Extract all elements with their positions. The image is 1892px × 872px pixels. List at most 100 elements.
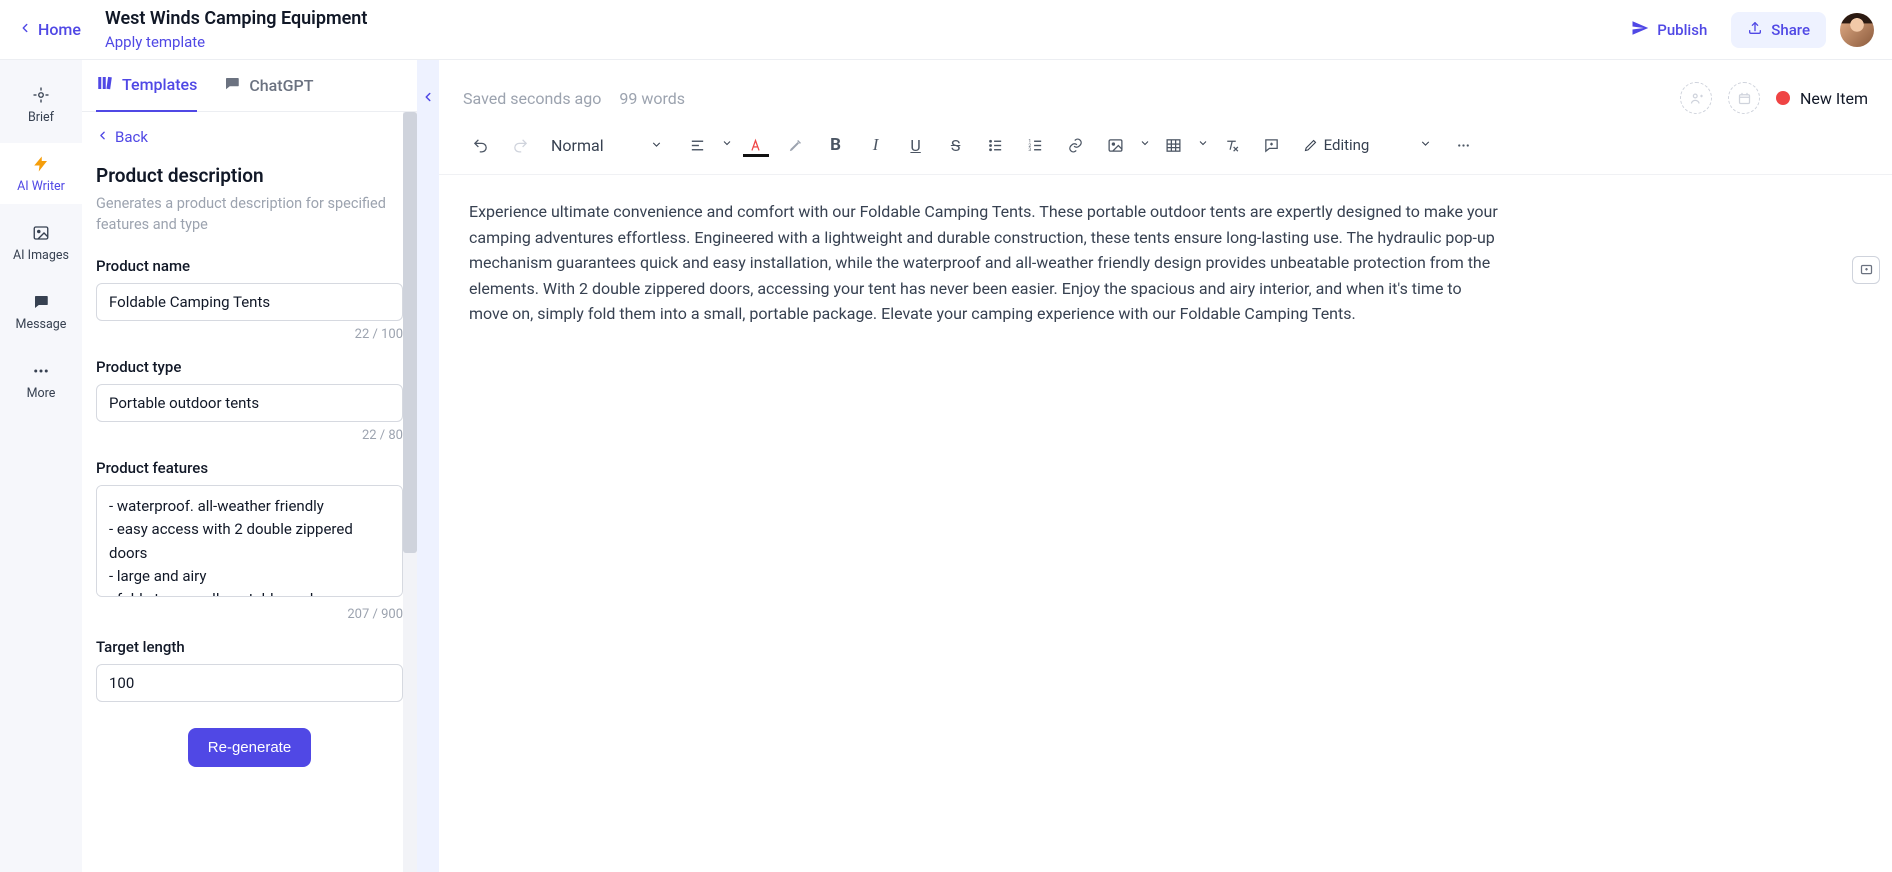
chevron-down-icon bbox=[1197, 137, 1209, 153]
templates-icon bbox=[96, 74, 114, 96]
mode-label: Editing bbox=[1324, 136, 1370, 154]
product-features-input[interactable] bbox=[96, 485, 403, 597]
chevron-down-icon bbox=[1419, 136, 1432, 154]
collapse-sidebar-button[interactable] bbox=[417, 60, 439, 872]
back-label: Back bbox=[115, 128, 148, 146]
clear-formatting-button[interactable] bbox=[1215, 128, 1249, 162]
nav-ai-images[interactable]: AI Images bbox=[0, 212, 82, 273]
chevron-left-icon bbox=[421, 90, 435, 108]
target-icon bbox=[30, 84, 52, 106]
nav-more[interactable]: More bbox=[0, 350, 82, 411]
italic-button[interactable]: I bbox=[859, 128, 893, 162]
status-dot-icon bbox=[1776, 91, 1790, 105]
send-icon bbox=[1631, 19, 1649, 41]
more-icon bbox=[30, 360, 52, 382]
calendar-button[interactable] bbox=[1728, 82, 1760, 114]
nav-label: AI Images bbox=[13, 248, 69, 263]
nav-message[interactable]: Message bbox=[0, 281, 82, 342]
tab-label: Templates bbox=[122, 75, 197, 94]
text-color-button[interactable] bbox=[739, 128, 773, 162]
sidebar-tabs: Templates ChatGPT bbox=[82, 60, 417, 112]
image-icon bbox=[30, 222, 52, 244]
chat-icon bbox=[30, 291, 52, 313]
table-icon bbox=[1157, 128, 1191, 162]
chevron-down-icon bbox=[721, 137, 733, 153]
upload-icon bbox=[1747, 20, 1763, 40]
nav-label: Brief bbox=[28, 110, 54, 125]
sidebar: Templates ChatGPT Back Product descripti… bbox=[82, 60, 417, 872]
comment-button[interactable] bbox=[1255, 128, 1289, 162]
home-link[interactable]: Home bbox=[18, 20, 81, 39]
panel-title: Product description bbox=[96, 164, 403, 187]
add-collaborator-button[interactable] bbox=[1680, 82, 1712, 114]
saved-status: Saved seconds ago bbox=[463, 89, 601, 108]
link-button[interactable] bbox=[1059, 128, 1093, 162]
align-left-icon bbox=[681, 128, 715, 162]
chat-icon bbox=[223, 75, 241, 97]
label-product-name: Product name bbox=[96, 257, 403, 275]
nav-label: AI Writer bbox=[17, 179, 65, 194]
editing-mode-select[interactable]: Editing bbox=[1295, 130, 1441, 160]
nav-label: More bbox=[27, 386, 56, 401]
left-nav: Brief AI Writer AI Images Message More bbox=[0, 60, 82, 872]
underline-button[interactable]: U bbox=[899, 128, 933, 162]
header: Home West Winds Camping Equipment Apply … bbox=[0, 0, 1892, 60]
toolbar: Normal B I U S 123 bbox=[439, 120, 1892, 175]
numbered-list-button[interactable]: 123 bbox=[1019, 128, 1053, 162]
title-block: West Winds Camping Equipment Apply templ… bbox=[105, 7, 367, 52]
product-type-input[interactable] bbox=[96, 384, 403, 422]
product-type-counter: 22 / 80 bbox=[96, 428, 403, 443]
editor-content[interactable]: Experience ultimate convenience and comf… bbox=[439, 175, 1529, 351]
chevron-left-icon bbox=[96, 128, 109, 146]
chevron-left-icon bbox=[18, 20, 32, 39]
image-icon bbox=[1099, 128, 1133, 162]
home-label: Home bbox=[38, 20, 81, 39]
apply-template-link[interactable]: Apply template bbox=[105, 32, 367, 52]
bolt-icon bbox=[30, 153, 52, 175]
nav-label: Message bbox=[16, 317, 67, 332]
share-label: Share bbox=[1771, 21, 1810, 39]
regenerate-button[interactable]: Re-generate bbox=[188, 728, 311, 767]
paragraph-style-label: Normal bbox=[551, 136, 604, 155]
product-name-input[interactable] bbox=[96, 283, 403, 321]
image-dropdown[interactable] bbox=[1099, 128, 1151, 162]
status-label: New Item bbox=[1800, 89, 1868, 108]
bullet-list-button[interactable] bbox=[979, 128, 1013, 162]
strikethrough-button[interactable]: S bbox=[939, 128, 973, 162]
align-dropdown[interactable] bbox=[681, 128, 733, 162]
tab-chatgpt[interactable]: ChatGPT bbox=[223, 75, 313, 111]
chevron-down-icon bbox=[1139, 137, 1151, 153]
doc-title: West Winds Camping Equipment bbox=[105, 7, 367, 31]
sidebar-body: Back Product description Generates a pro… bbox=[82, 112, 417, 791]
editor-meta: Saved seconds ago 99 words New Item bbox=[439, 60, 1892, 120]
publish-button[interactable]: Publish bbox=[1621, 11, 1717, 49]
nav-ai-writer[interactable]: AI Writer bbox=[0, 143, 82, 204]
label-product-features: Product features bbox=[96, 459, 403, 477]
tab-label: ChatGPT bbox=[249, 76, 313, 95]
editor: Saved seconds ago 99 words New Item Norm… bbox=[439, 60, 1892, 872]
back-button[interactable]: Back bbox=[96, 128, 148, 146]
header-actions: Publish Share bbox=[1621, 11, 1874, 49]
share-button[interactable]: Share bbox=[1731, 12, 1826, 48]
label-product-type: Product type bbox=[96, 358, 403, 376]
item-status[interactable]: New Item bbox=[1776, 89, 1868, 108]
undo-button[interactable] bbox=[463, 128, 497, 162]
redo-button[interactable] bbox=[503, 128, 537, 162]
sidebar-scrollbar[interactable] bbox=[403, 112, 417, 872]
add-comment-button[interactable] bbox=[1852, 256, 1880, 284]
tab-templates[interactable]: Templates bbox=[96, 74, 197, 112]
bold-button[interactable]: B bbox=[819, 128, 853, 162]
chevron-down-icon bbox=[650, 136, 663, 155]
target-length-input[interactable] bbox=[96, 664, 403, 702]
word-count: 99 words bbox=[619, 89, 685, 108]
avatar[interactable] bbox=[1840, 13, 1874, 47]
label-target-length: Target length bbox=[96, 638, 403, 656]
nav-brief[interactable]: Brief bbox=[0, 74, 82, 135]
publish-label: Publish bbox=[1657, 21, 1707, 39]
product-name-counter: 22 / 100 bbox=[96, 327, 403, 342]
more-button[interactable] bbox=[1446, 128, 1480, 162]
svg-text:3: 3 bbox=[1029, 147, 1032, 153]
paragraph-style-select[interactable]: Normal bbox=[543, 130, 671, 161]
highlight-button[interactable] bbox=[779, 128, 813, 162]
table-dropdown[interactable] bbox=[1157, 128, 1209, 162]
